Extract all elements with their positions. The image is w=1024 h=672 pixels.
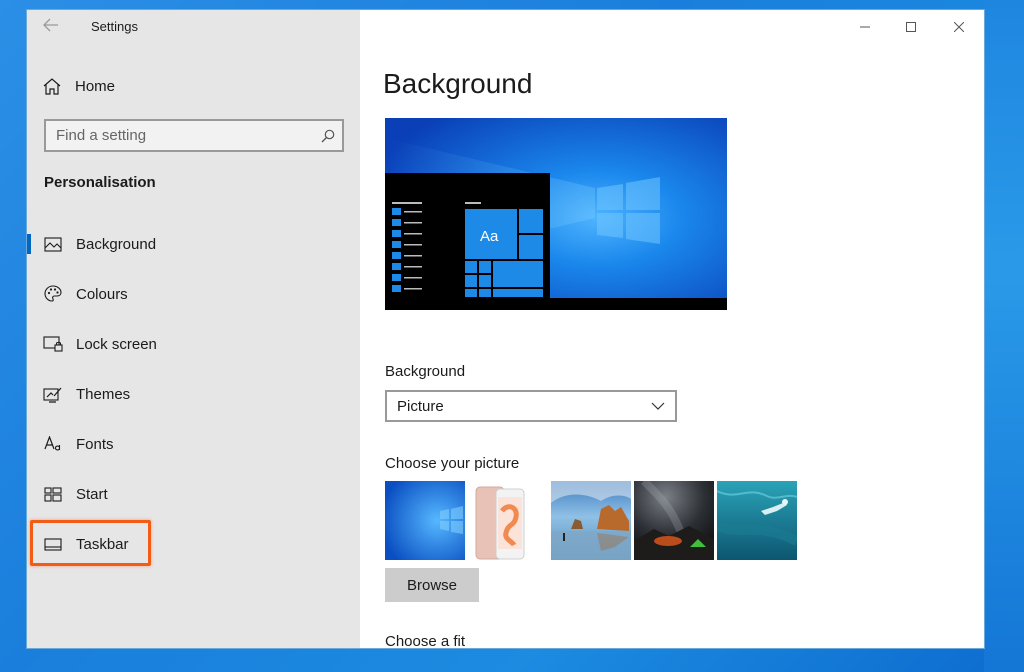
choose-picture-label: Choose your picture: [385, 455, 520, 472]
chevron-down-icon: [651, 402, 665, 410]
sidebar-item-label: Background: [76, 235, 157, 253]
thumbnail-underwater-swimmer[interactable]: [717, 481, 797, 560]
search-button[interactable]: [314, 129, 342, 143]
background-dropdown[interactable]: Picture: [385, 390, 677, 422]
sidebar-item-fonts[interactable]: Fonts: [27, 424, 360, 464]
themes-icon: [43, 386, 63, 403]
section-title: Personalisation: [44, 174, 156, 191]
sidebar-item-label: Fonts: [76, 435, 114, 453]
sidebar: Settings Home Personalisation: [27, 10, 360, 648]
thumbnail-windows-blue[interactable]: [385, 481, 465, 560]
sidebar-item-lock-screen[interactable]: Lock screen: [27, 324, 360, 364]
main-content: Background Aa Background Picture Choose …: [360, 10, 984, 648]
search-input[interactable]: [46, 121, 314, 150]
choose-fit-label: Choose a fit: [385, 633, 466, 648]
thumbnail-beach-rocks[interactable]: [551, 481, 631, 560]
sidebar-item-label: Start: [76, 485, 108, 503]
background-label: Background: [385, 363, 466, 380]
thumbnail-night-tent[interactable]: [634, 481, 714, 560]
home-link[interactable]: Home: [43, 76, 115, 96]
page-title: Background: [383, 68, 533, 99]
sidebar-item-colours[interactable]: Colours: [27, 274, 360, 314]
desktop-background: [984, 0, 1024, 672]
minimize-button[interactable]: [842, 16, 888, 38]
sidebar-item-label: Themes: [76, 385, 131, 403]
start-icon: [43, 486, 63, 502]
home-label: Home: [75, 77, 116, 95]
minimize-icon: [860, 26, 870, 28]
maximize-icon: [906, 22, 916, 32]
browse-button[interactable]: Browse: [385, 568, 479, 602]
preview-tile-label: Aa: [480, 228, 499, 245]
sidebar-item-themes[interactable]: Themes: [27, 374, 360, 414]
taskbar-highlight-box: [30, 520, 151, 566]
palette-icon: [43, 285, 63, 303]
picture-icon: [43, 236, 63, 252]
fonts-icon: [43, 436, 63, 452]
sidebar-item-background[interactable]: Background: [27, 224, 360, 264]
lock-screen-icon: [43, 336, 63, 352]
close-button[interactable]: [936, 16, 982, 38]
background-dropdown-value: Picture: [397, 397, 444, 415]
back-arrow-icon: [43, 18, 58, 32]
sidebar-item-label: Colours: [76, 285, 128, 303]
sidebar-item-label: Lock screen: [76, 335, 157, 353]
search-box: [44, 119, 344, 152]
background-preview: Aa: [385, 118, 727, 310]
app-title: Settings: [91, 19, 138, 34]
back-button[interactable]: [39, 18, 63, 38]
maximize-button[interactable]: [888, 16, 934, 38]
settings-window: Settings Home Personalisation: [27, 10, 984, 648]
sidebar-item-start[interactable]: Start: [27, 474, 360, 514]
close-icon: [954, 22, 964, 32]
picture-thumbnails: [385, 481, 797, 560]
home-icon: [43, 77, 61, 95]
thumbnail-iphone-rose-gold[interactable]: [468, 481, 548, 560]
search-icon: [321, 129, 335, 142]
